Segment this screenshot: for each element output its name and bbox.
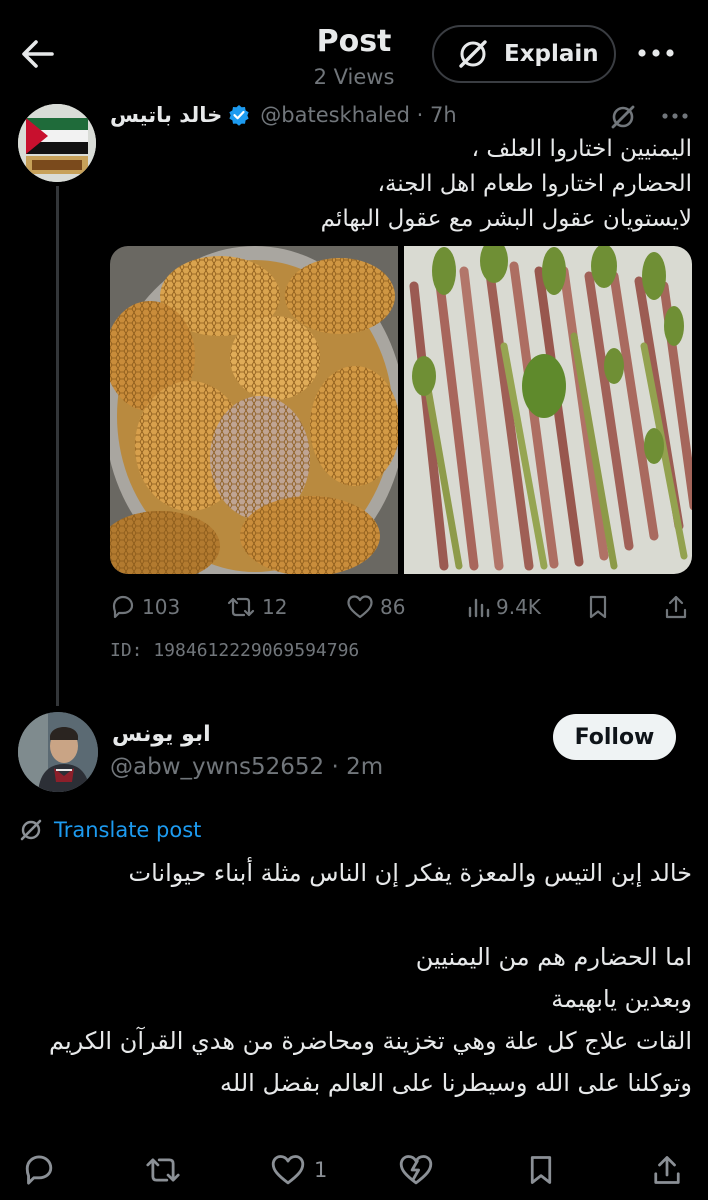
views-icon <box>468 598 490 618</box>
post-media[interactable] <box>110 246 692 574</box>
repost-count: 12 <box>262 595 288 619</box>
more-icon <box>662 113 688 119</box>
translate-icon <box>20 819 42 841</box>
view-count: 2 Views <box>313 65 395 89</box>
author-name[interactable]: خالد باتيس <box>110 103 222 127</box>
post-header: خالد باتيس @bateskhaled · 7h <box>110 100 610 130</box>
page-title: Post <box>316 24 392 59</box>
avatar[interactable] <box>18 104 96 182</box>
post-actions: 103 12 86 9.4K <box>108 590 698 624</box>
repost-button[interactable] <box>144 1150 182 1190</box>
explain-label: Explain <box>504 41 599 67</box>
like-button[interactable]: 86 <box>346 590 405 624</box>
views-count: 9.4K <box>496 595 541 619</box>
repost-button[interactable]: 12 <box>226 590 287 624</box>
share-icon <box>654 1156 680 1184</box>
thread-line <box>56 186 59 706</box>
like-icon <box>271 1155 305 1185</box>
repost-icon <box>227 597 255 617</box>
grok-icon <box>459 40 487 68</box>
avatar[interactable] <box>18 712 98 792</box>
reply-actions: 1 <box>0 1140 708 1200</box>
share-button[interactable] <box>652 1150 682 1190</box>
reply-author-handle-time: @abw_ywns52652 · 2m <box>110 754 384 780</box>
share-button[interactable] <box>664 590 688 624</box>
post-text: اليمنيين اختاروا العلف ، الحضارم اختاروا… <box>110 132 692 237</box>
like-count: 1 <box>314 1158 328 1182</box>
post-text-line: لايستويان عقول البشر مع عقول البهائم <box>320 206 692 232</box>
bookmark-icon <box>530 1156 552 1184</box>
back-button[interactable] <box>18 34 62 74</box>
like-count: 86 <box>380 595 406 619</box>
reply-author-name[interactable]: ابو يونس <box>112 722 332 747</box>
explain-button[interactable]: Explain <box>432 25 616 83</box>
reply-icon <box>25 1155 53 1185</box>
more-icon <box>638 49 674 57</box>
reply-count: 103 <box>142 595 181 619</box>
post-text-line: الحضارم اختاروا طعام اهل الجنة، <box>377 171 692 197</box>
post-more-button[interactable] <box>660 104 690 128</box>
views-button[interactable]: 9.4K <box>466 590 541 624</box>
grok-icon <box>611 105 635 129</box>
share-icon <box>665 595 687 619</box>
translate-post-button[interactable]: Translate post <box>18 816 201 844</box>
like-button[interactable]: 1 <box>270 1150 327 1190</box>
bookmark-button[interactable] <box>526 1150 556 1190</box>
title-block: Post 2 Views <box>254 24 454 89</box>
verified-badge-icon <box>229 105 249 126</box>
grok-button[interactable] <box>608 102 638 132</box>
post-id-label: ID: 1984612229069594796 <box>110 640 360 661</box>
khat-image[interactable] <box>404 246 692 574</box>
repost-icon <box>146 1158 180 1182</box>
bookmark-icon <box>589 595 607 619</box>
follow-button[interactable]: Follow <box>553 714 676 760</box>
reply-button[interactable] <box>22 1150 56 1190</box>
reply-button[interactable]: 103 <box>110 590 180 624</box>
author-handle-time: @bateskhaled · 7h <box>260 103 457 127</box>
more-options-button[interactable] <box>634 38 678 68</box>
bookmark-button[interactable] <box>586 590 610 624</box>
honeycomb-image[interactable] <box>110 246 398 574</box>
post-text-line: اليمنيين اختاروا العلف ، <box>471 136 692 162</box>
top-bar: Post 2 Views Explain <box>0 0 708 96</box>
reply-icon <box>112 595 134 619</box>
back-arrow-icon <box>22 40 54 68</box>
grok-feature-button[interactable] <box>398 1150 434 1190</box>
like-icon <box>347 595 373 619</box>
reply-text: خالد إبن التيس والمعزة يفكر إن الناس مثل… <box>48 859 692 1097</box>
grok-feature-icon <box>399 1155 433 1185</box>
translate-label: Translate post <box>54 818 202 842</box>
